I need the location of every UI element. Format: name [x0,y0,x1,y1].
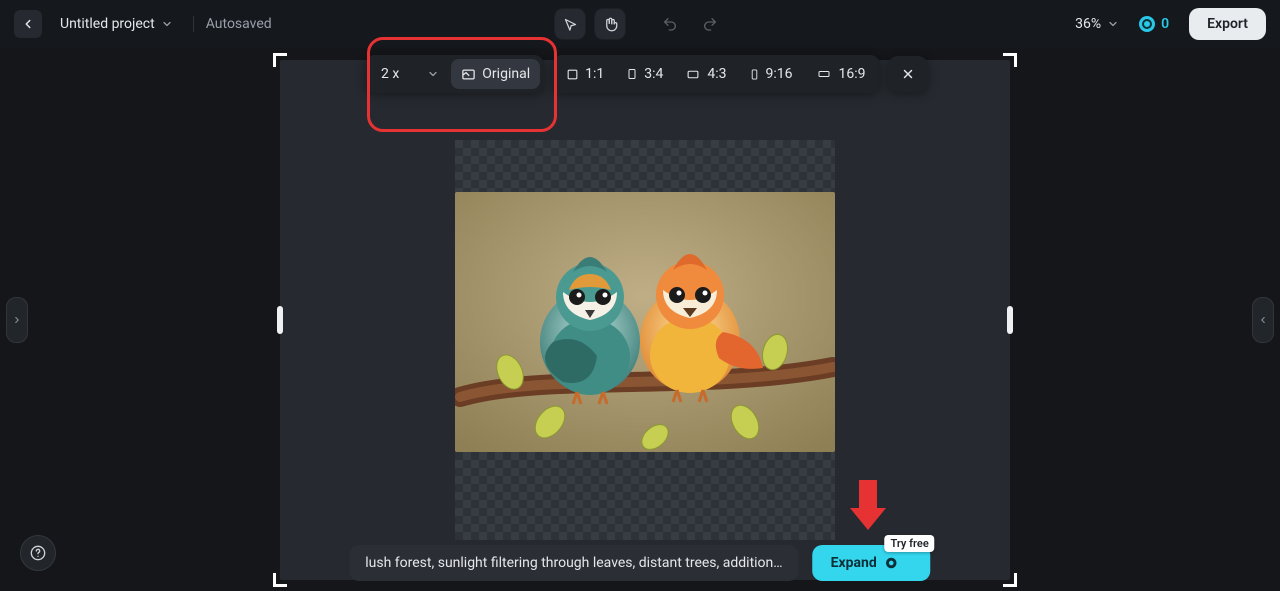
scale-value: 2 x [381,66,399,82]
aspect-portrait-icon [626,67,638,81]
aspect-label: 9:16 [766,66,793,82]
chevron-down-icon [427,68,439,80]
help-button[interactable] [20,535,56,571]
export-button[interactable]: Export [1189,8,1266,40]
aspect-label: 3:4 [644,66,663,82]
crop-toolbar: 2 x Original 1:1 3:4 4:3 9:16 [365,55,928,93]
chevron-right-icon [12,313,22,327]
pointer-tool[interactable] [555,9,585,39]
aspect-label: 16:9 [839,66,866,82]
expand-button[interactable]: Expand Try free [813,545,931,581]
project-name[interactable]: Untitled project [60,16,173,32]
try-free-badge: Try free [884,535,934,552]
crop-close-button[interactable] [892,60,924,88]
chevron-down-icon [1107,18,1119,30]
aspect-landscape-icon [685,68,701,81]
back-button[interactable] [14,10,42,38]
hand-tool[interactable] [595,9,625,39]
close-icon [901,67,915,81]
birds-illustration-icon [455,192,835,452]
image-transparent-area [455,140,835,540]
canvas-tools [555,9,725,39]
zoom-value: 36% [1075,16,1101,32]
aspect-original[interactable]: Original [451,59,540,89]
aspect-label: 4:3 [707,66,726,82]
resize-handle-br[interactable] [1003,573,1017,587]
resize-handle-tl[interactable] [273,53,287,67]
chevron-down-icon [161,18,173,30]
prompt-input[interactable]: lush forest, sunlight filtering through … [349,545,798,581]
credits-value: 0 [1161,16,1169,32]
aspect-label: Original [482,66,530,82]
expand-label: Expand [831,555,877,571]
aspect-4-3[interactable]: 4:3 [675,59,736,89]
undo-icon [662,16,678,32]
scale-dropdown[interactable]: 2 x [369,59,449,89]
hand-icon [603,17,618,32]
aspect-16-9[interactable]: 16:9 [805,59,876,89]
aspect-square-icon [566,68,579,81]
aspect-original-icon [461,67,476,82]
resize-handle-tr[interactable] [1003,53,1017,67]
aspect-label: 1:1 [585,66,604,82]
credits-icon [1139,16,1155,32]
bottom-controls: lush forest, sunlight filtering through … [349,545,930,581]
aspect-3-4[interactable]: 3:4 [616,59,673,89]
help-icon [30,545,46,561]
resize-handle-bl[interactable] [273,573,287,587]
left-panel-toggle[interactable] [6,297,28,343]
project-name-text: Untitled project [60,16,155,32]
autosave-status: Autosaved [193,16,272,32]
aspect-9-16[interactable]: 9:16 [739,59,803,89]
resize-handle-left[interactable] [277,306,283,334]
credits-display[interactable]: 0 [1139,16,1169,32]
undo-button[interactable] [655,9,685,39]
chevron-left-icon [1258,313,1268,327]
redo-button[interactable] [695,9,725,39]
right-panel-toggle[interactable] [1252,297,1274,343]
canvas-selection[interactable] [280,60,1010,580]
zoom-control[interactable]: 36% [1075,16,1119,32]
redo-icon [702,16,718,32]
cursor-icon [563,17,578,32]
canvas-image[interactable] [455,192,835,452]
chevron-left-icon [21,17,35,31]
aspect-tall-icon [749,67,760,82]
aspect-1-1[interactable]: 1:1 [556,59,614,89]
resize-handle-right[interactable] [1007,306,1013,334]
credits-icon [885,556,899,570]
canvas-stage [0,48,1280,591]
top-bar: Untitled project Autosaved 36% 0 Export [0,0,1280,48]
aspect-wide-icon [815,68,833,80]
